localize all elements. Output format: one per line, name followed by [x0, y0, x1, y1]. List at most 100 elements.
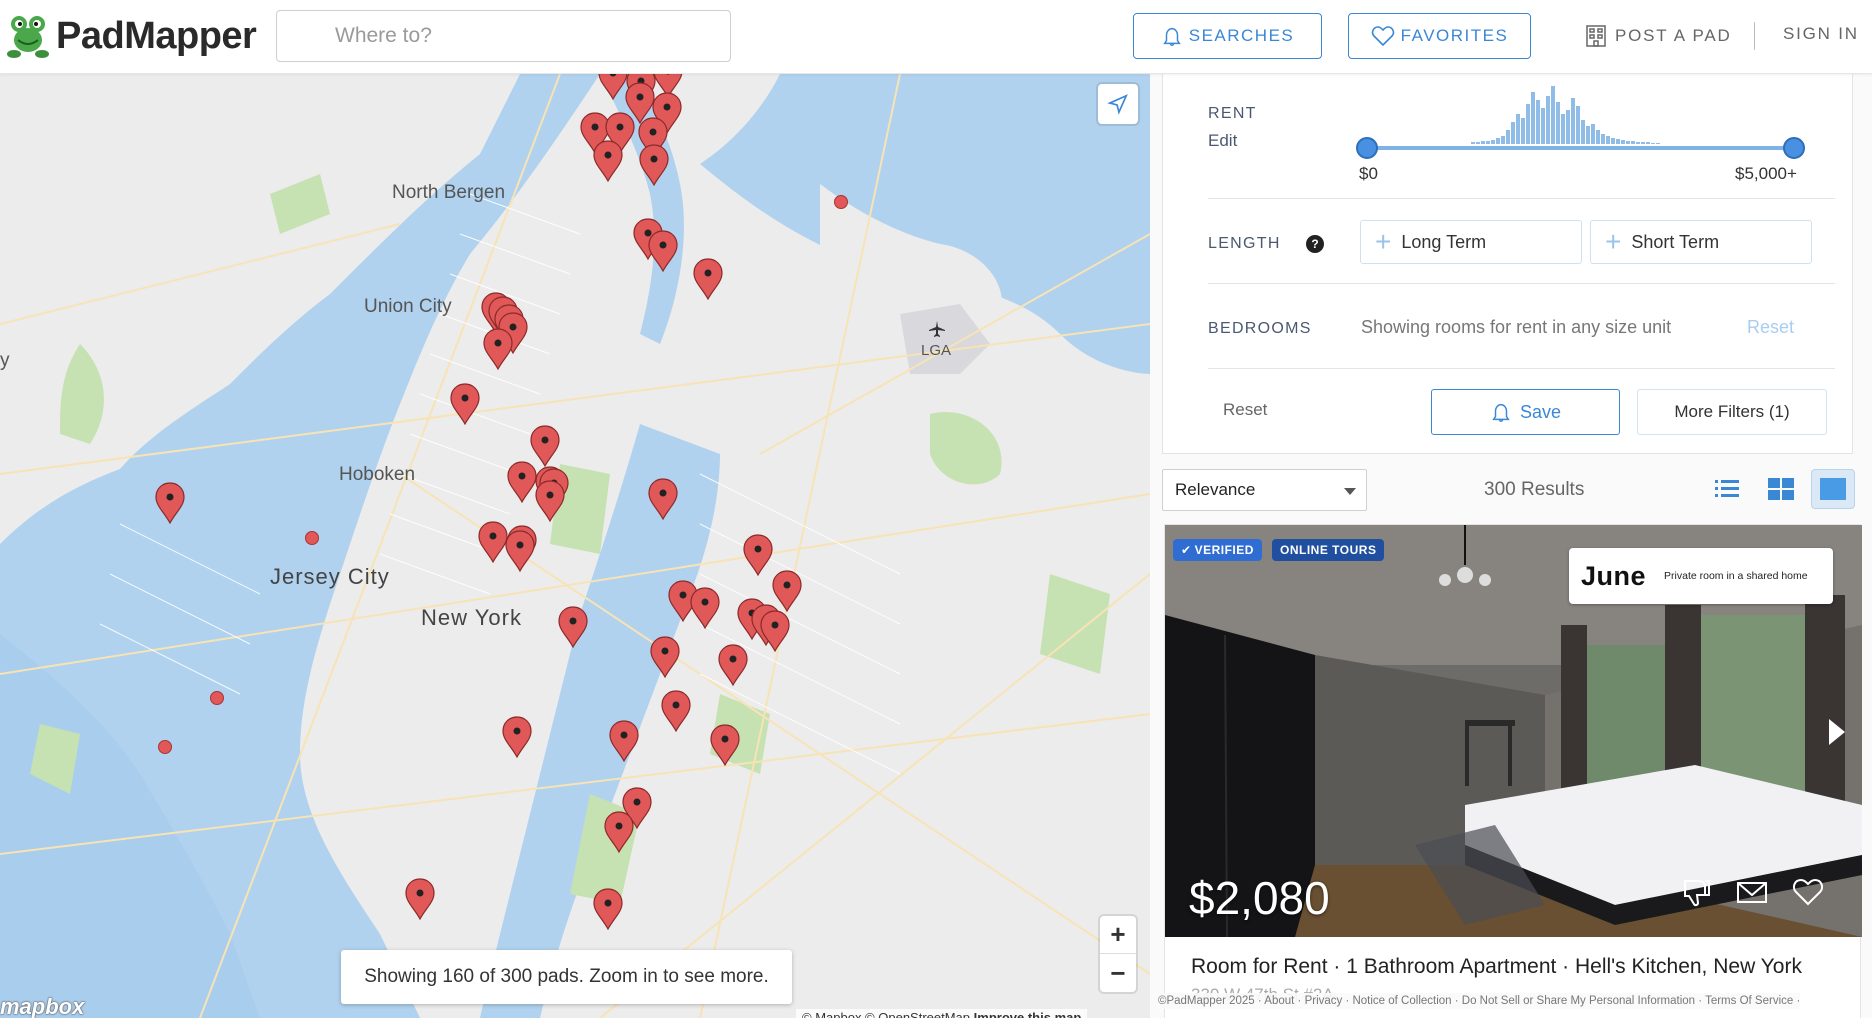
sort-dropdown[interactable]: Relevance: [1162, 469, 1367, 511]
mail-icon[interactable]: [1735, 875, 1769, 909]
listing-pin-icon[interactable]: [501, 716, 533, 758]
listing-pin-icon[interactable]: [742, 534, 774, 576]
map-base: [0, 74, 1150, 1018]
filter-divider: [1208, 283, 1835, 284]
brand-name: PadMapper: [56, 14, 257, 57]
histogram-bar: [1611, 138, 1615, 144]
single-card-view-button[interactable]: [1811, 469, 1855, 509]
padmapper-logo[interactable]: PadMapper: [6, 10, 257, 62]
save-label: Save: [1519, 401, 1562, 422]
cluster-dot-marker[interactable]: [834, 195, 848, 209]
listing-pin-icon[interactable]: [647, 230, 679, 272]
landlord-brand-box: June Private room in a shared home: [1569, 548, 1833, 604]
rent-max-handle[interactable]: [1783, 137, 1805, 159]
histogram-bar: [1556, 102, 1560, 144]
listing-card[interactable]: ✔ VERIFIED ONLINE TOURS June Private roo…: [1164, 524, 1862, 1018]
location-search-input[interactable]: [276, 10, 731, 62]
post-a-pad-link[interactable]: POST A PAD: [1585, 24, 1732, 48]
histogram-bar: [1626, 141, 1630, 144]
footer-links[interactable]: ©PadMapper 2025 · About · Privacy · Noti…: [1158, 993, 1801, 1009]
frog-logo-icon: [7, 16, 49, 58]
listing-pin-icon[interactable]: [592, 888, 624, 930]
listing-pin-icon[interactable]: [592, 140, 624, 182]
cluster-dot-marker[interactable]: [158, 740, 172, 754]
histogram-bar: [1551, 86, 1555, 144]
histogram-bar: [1586, 126, 1590, 144]
grid-icon: [1768, 478, 1794, 500]
map-view[interactable]: North Bergen Union City Hoboken Jersey C…: [0, 74, 1150, 1018]
histogram-bar: [1511, 122, 1515, 144]
map-attribution: © Mapbox © OpenStreetMap Improve this ma…: [796, 1009, 1088, 1018]
bedrooms-reset-link[interactable]: Reset: [1747, 317, 1794, 338]
sign-in-link[interactable]: SIGN IN: [1783, 24, 1859, 44]
listing-pin-icon[interactable]: [608, 720, 640, 762]
length-help-icon[interactable]: ?: [1306, 235, 1324, 253]
grid-view-button[interactable]: [1759, 469, 1803, 509]
listing-pin-icon[interactable]: [504, 530, 536, 572]
zoom-out-button[interactable]: −: [1100, 954, 1136, 992]
histogram-bar: [1536, 100, 1540, 144]
histogram-bar: [1541, 108, 1545, 144]
listing-pin-icon[interactable]: [404, 878, 436, 920]
save-search-button[interactable]: Save: [1431, 389, 1620, 435]
listing-pin-icon[interactable]: [717, 644, 749, 686]
top-header: PadMapper SEARCHES FAVORITES POST A PAD …: [0, 0, 1872, 74]
improve-map-link[interactable]: Improve this map: [974, 1010, 1082, 1018]
plus-icon: +: [1375, 226, 1392, 257]
cluster-dot-marker[interactable]: [210, 691, 224, 705]
histogram-bar: [1516, 114, 1520, 144]
listing-pin-icon[interactable]: [603, 811, 635, 853]
mapbox-logo[interactable]: mapbox: [0, 994, 84, 1018]
zoom-control: + −: [1100, 916, 1136, 992]
histogram-bar: [1621, 140, 1625, 144]
list-view-button[interactable]: [1705, 469, 1749, 509]
rent-min-handle[interactable]: [1356, 137, 1378, 159]
listing-pin-icon[interactable]: [482, 328, 514, 370]
checkmark-icon: ✔: [1181, 543, 1192, 557]
map-label-edge: y: [0, 350, 10, 371]
rent-slider-track[interactable]: [1366, 146, 1794, 150]
saved-searches-button[interactable]: SEARCHES: [1133, 13, 1322, 59]
filters-reset-link[interactable]: Reset: [1223, 400, 1267, 420]
verified-label: VERIFIED: [1194, 543, 1254, 557]
listing-pin-icon[interactable]: [660, 690, 692, 732]
cluster-dot-marker[interactable]: [305, 531, 319, 545]
favorites-button[interactable]: FAVORITES: [1348, 13, 1531, 59]
listing-pin-icon[interactable]: [709, 724, 741, 766]
heart-icon[interactable]: [1791, 875, 1825, 909]
thumbs-down-icon[interactable]: [1679, 875, 1713, 909]
attribution-text[interactable]: © Mapbox © OpenStreetMap: [802, 1010, 970, 1018]
listing-pin-icon[interactable]: [557, 606, 589, 648]
listing-pin-icon[interactable]: [647, 478, 679, 520]
plus-icon: +: [1605, 226, 1622, 257]
zoom-in-button[interactable]: +: [1100, 916, 1136, 954]
listing-pin-icon[interactable]: [649, 636, 681, 678]
chevron-down-icon: [1344, 488, 1356, 495]
histogram-bar: [1616, 139, 1620, 144]
long-term-button[interactable]: + Long Term: [1360, 220, 1582, 264]
favorites-label: FAVORITES: [1400, 26, 1509, 45]
listing-pin-icon[interactable]: [692, 258, 724, 300]
histogram-bar: [1491, 140, 1495, 144]
short-term-button[interactable]: + Short Term: [1590, 220, 1812, 264]
histogram-bar: [1506, 130, 1510, 144]
histogram-bar: [1651, 143, 1655, 144]
listing-pin-icon[interactable]: [449, 383, 481, 425]
histogram-bar: [1636, 142, 1640, 144]
rent-min-label: $0: [1359, 164, 1378, 183]
listing-pin-icon[interactable]: [689, 587, 721, 629]
listing-photo[interactable]: ✔ VERIFIED ONLINE TOURS June Private roo…: [1165, 525, 1862, 937]
histogram-bar: [1581, 120, 1585, 144]
listing-pin-icon[interactable]: [534, 480, 566, 522]
more-filters-button[interactable]: More Filters (1): [1637, 389, 1827, 435]
listing-pin-icon[interactable]: [638, 144, 670, 186]
listing-title[interactable]: Room for Rent · 1 Bathroom Apartment · H…: [1191, 955, 1802, 979]
chevron-right-icon[interactable]: [1825, 715, 1849, 749]
histogram-bar: [1501, 136, 1505, 144]
listing-pin-icon[interactable]: [154, 482, 186, 524]
map-label-hoboken: Hoboken: [339, 464, 416, 485]
rent-edit-link[interactable]: Edit: [1208, 131, 1237, 151]
locate-me-button[interactable]: [1098, 84, 1138, 124]
listing-pin-icon[interactable]: [759, 610, 791, 652]
header-divider: [1754, 22, 1755, 50]
